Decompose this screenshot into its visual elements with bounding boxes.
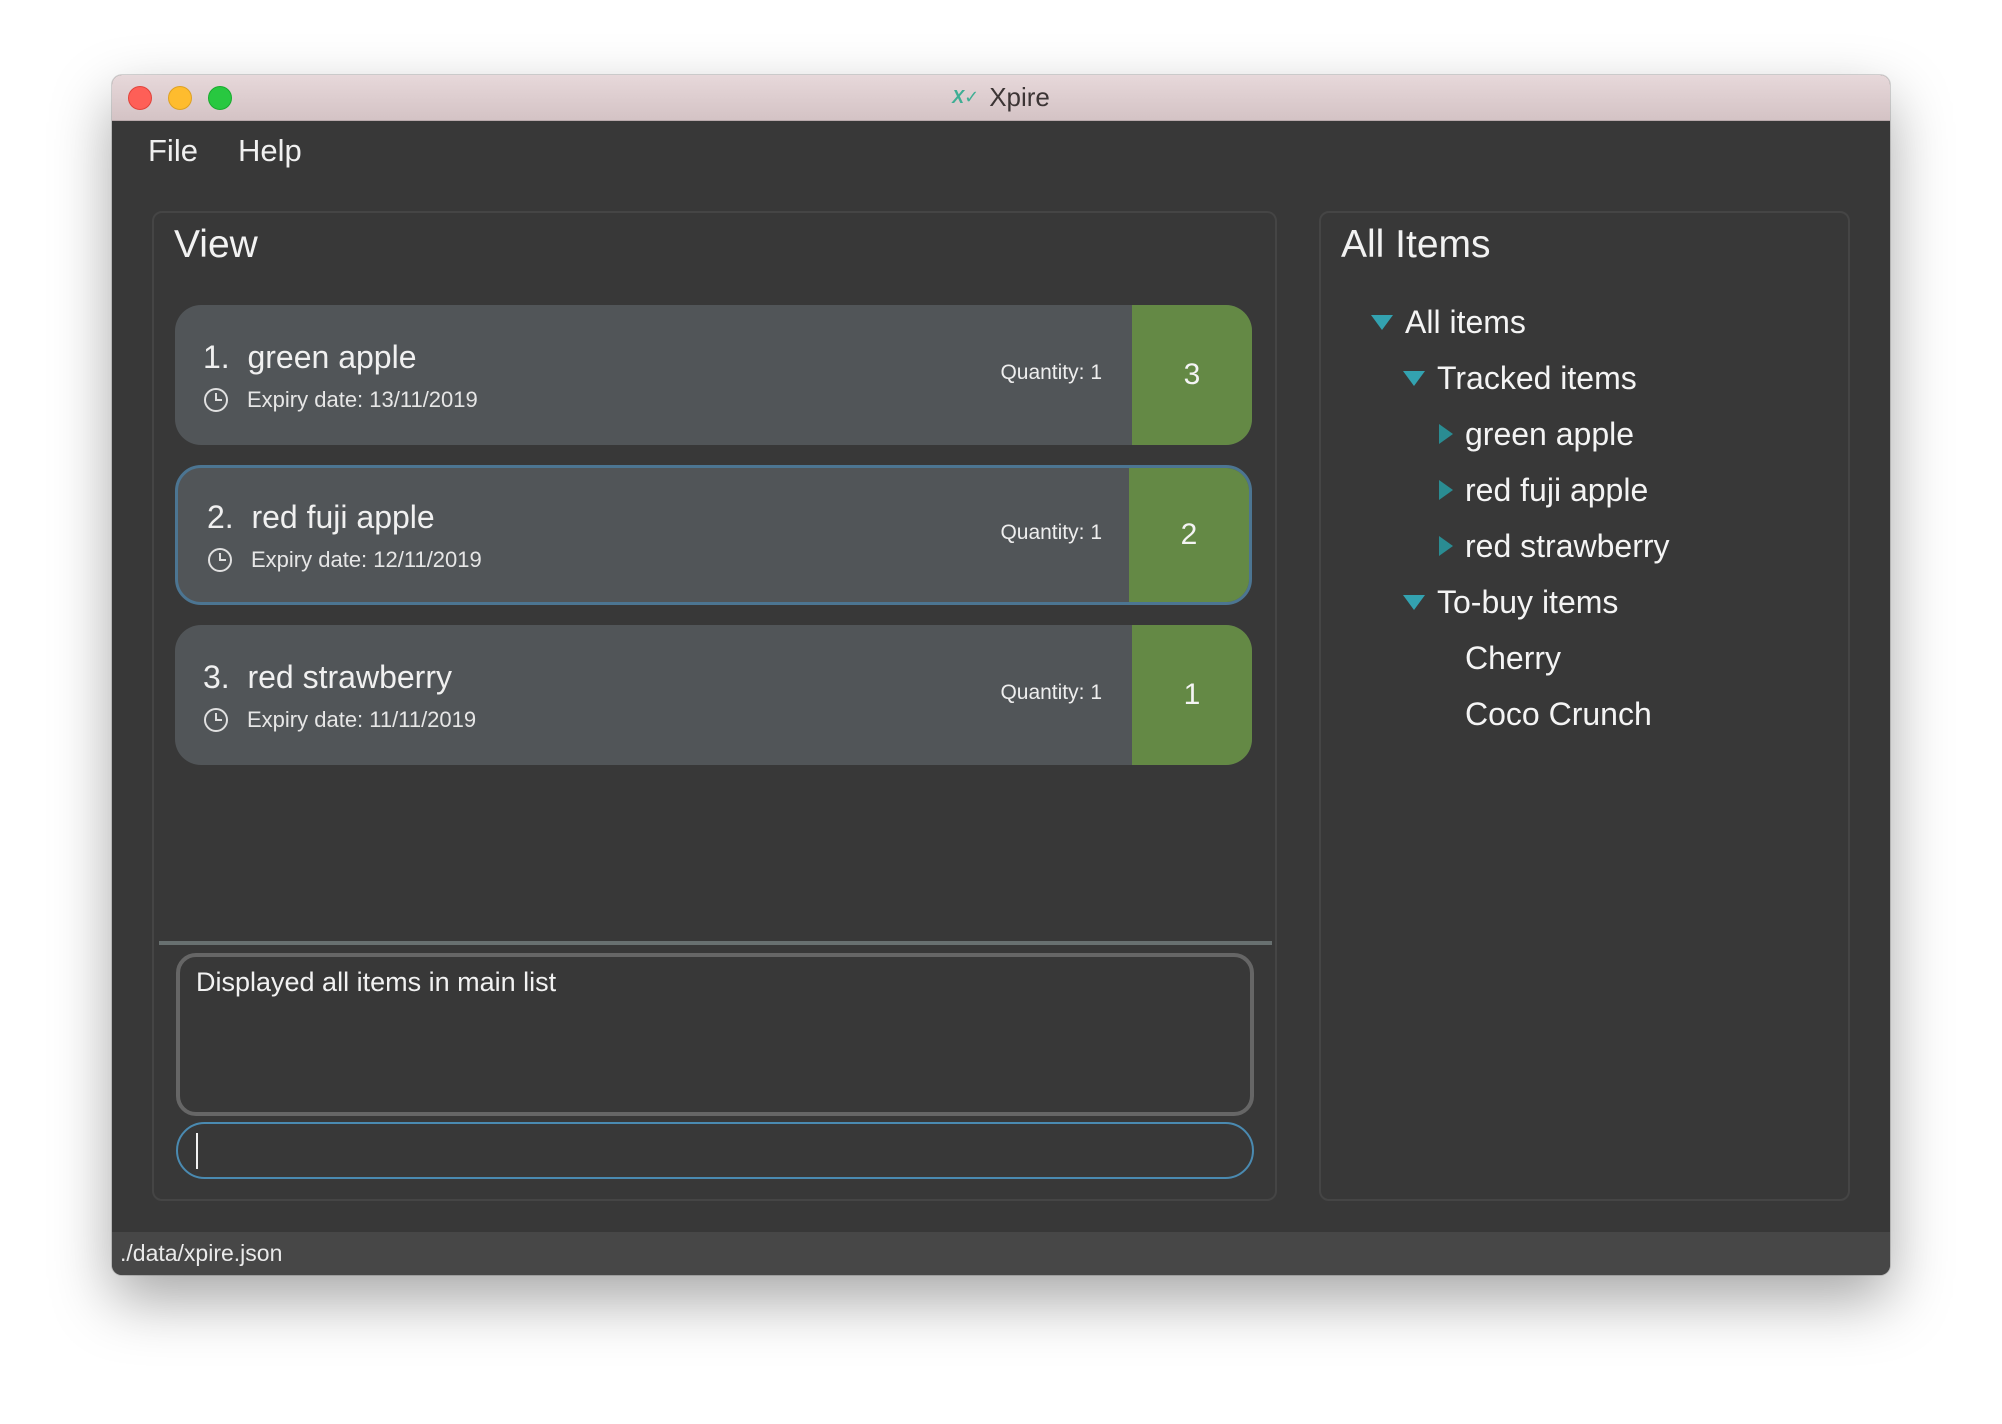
data-file-path: ./data/xpire.json	[120, 1240, 283, 1266]
tree-node-label: red strawberry	[1465, 527, 1670, 564]
tree-node-label: All items	[1405, 303, 1526, 340]
item-card-selected[interactable]: 2. red fuji apple Expiry date: 12/11/201…	[175, 465, 1252, 605]
item-expiry: Expiry date: 11/11/2019	[203, 707, 476, 733]
result-text: Displayed all items in main list	[196, 967, 557, 997]
clock-icon	[204, 708, 228, 732]
item-expiry: Expiry date: 13/11/2019	[203, 387, 478, 413]
item-card-title: 3. red strawberry	[203, 659, 452, 696]
item-index: 3.	[203, 659, 230, 695]
collapse-arrow-icon[interactable]	[1439, 424, 1453, 444]
days-left-badge: 1	[1132, 625, 1252, 765]
item-name: red fuji apple	[251, 499, 435, 535]
item-quantity: Quantity: 1	[1000, 361, 1102, 384]
xpire-logo-icon: X✓	[952, 87, 980, 107]
expand-arrow-icon[interactable]	[1403, 594, 1425, 610]
item-expiry-date: Expiry date: 12/11/2019	[251, 547, 482, 572]
item-index: 1.	[203, 339, 230, 375]
split-pane-divider[interactable]	[159, 941, 1272, 945]
item-name: green apple	[247, 339, 417, 375]
menu-bar: File Help	[112, 121, 1890, 181]
app-window: X✓ Xpire File Help View 1. green apple E…	[112, 75, 1890, 1275]
item-expiry-date: Expiry date: 11/11/2019	[247, 707, 477, 732]
tree-node-label: Tracked items	[1437, 359, 1637, 396]
tree-node-red-fuji-apple[interactable]: red fuji apple	[1439, 465, 1648, 515]
item-quantity: Quantity: 1	[1000, 681, 1102, 704]
title-bar: X✓ Xpire	[112, 75, 1890, 121]
window-title: Xpire	[989, 82, 1050, 112]
tree-node-red-strawberry[interactable]: red strawberry	[1439, 521, 1670, 571]
all-items-panel-title: All Items	[1341, 223, 1491, 266]
view-panel-title: View	[174, 223, 258, 266]
collapse-arrow-icon[interactable]	[1439, 536, 1453, 556]
expand-arrow-icon[interactable]	[1371, 314, 1393, 330]
days-left-badge: 2	[1129, 468, 1249, 602]
tree-node-cherry[interactable]: Cherry	[1465, 633, 1561, 683]
tree-node-label: red fuji apple	[1465, 471, 1649, 508]
clock-icon	[208, 548, 232, 572]
item-expiry-date: Expiry date: 13/11/2019	[247, 387, 478, 412]
all-items-panel: All Items All items Tracked items green …	[1319, 211, 1850, 1201]
command-input[interactable]	[197, 1134, 1252, 1167]
tree-node-tracked-items[interactable]: Tracked items	[1403, 353, 1637, 403]
command-box[interactable]	[176, 1122, 1254, 1179]
result-display: Displayed all items in main list	[176, 953, 1254, 1116]
tree-node-label: Coco Crunch	[1465, 695, 1652, 732]
tree-node-green-apple[interactable]: green apple	[1439, 409, 1634, 459]
item-card[interactable]: 3. red strawberry Expiry date: 11/11/201…	[175, 625, 1252, 765]
collapse-arrow-icon[interactable]	[1439, 480, 1453, 500]
menu-file[interactable]: File	[148, 133, 198, 169]
item-card-title: 2. red fuji apple	[207, 499, 435, 536]
status-bar: ./data/xpire.json	[112, 1232, 1890, 1275]
days-left-badge: 3	[1132, 305, 1252, 445]
tree-node-to-buy-items[interactable]: To-buy items	[1403, 577, 1618, 627]
item-card-title: 1. green apple	[203, 339, 417, 376]
tree-node-all-items[interactable]: All items	[1371, 297, 1526, 347]
item-card[interactable]: 1. green apple Expiry date: 13/11/2019 Q…	[175, 305, 1252, 445]
clock-icon	[204, 388, 228, 412]
item-expiry: Expiry date: 12/11/2019	[207, 547, 482, 573]
view-panel: View 1. green apple Expiry date: 13/11/2…	[152, 211, 1277, 1201]
expand-arrow-icon[interactable]	[1403, 370, 1425, 386]
tree-node-coco-crunch[interactable]: Coco Crunch	[1465, 689, 1652, 739]
item-name: red strawberry	[247, 659, 452, 695]
item-index: 2.	[207, 499, 234, 535]
tree-node-label: To-buy items	[1437, 583, 1619, 620]
menu-help[interactable]: Help	[238, 133, 302, 169]
tree-node-label: Cherry	[1465, 639, 1562, 676]
tree-node-label: green apple	[1465, 415, 1635, 452]
item-quantity: Quantity: 1	[1000, 521, 1102, 544]
